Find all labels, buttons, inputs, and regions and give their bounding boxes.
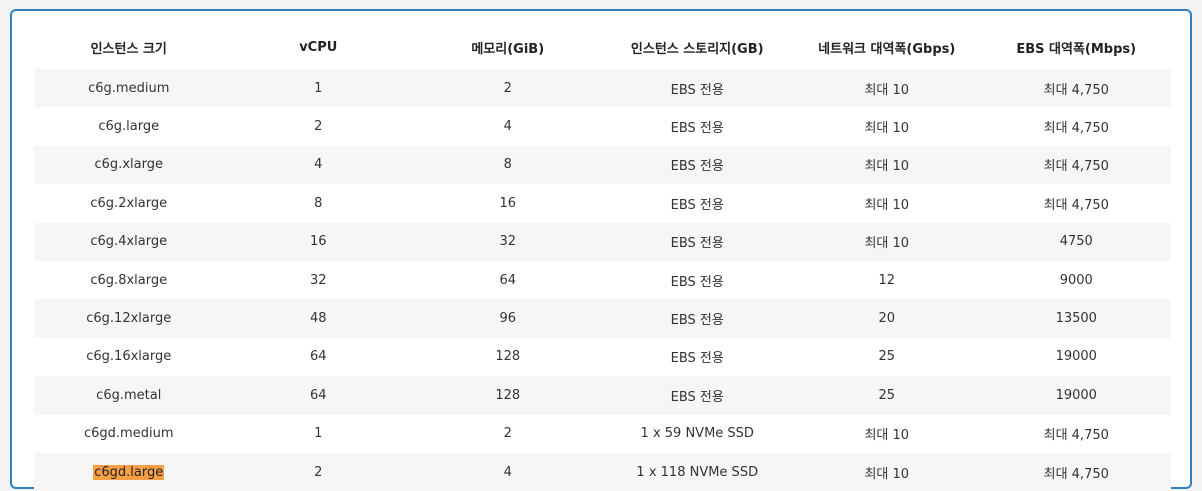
table-row: c6g.metal 64 128 EBS 전용 25 19000 — [34, 376, 1171, 415]
cell-ebs-bandwidth: 최대 4,750 — [981, 69, 1171, 108]
table-row: c6g.8xlarge 32 64 EBS 전용 12 9000 — [34, 260, 1171, 300]
table-header-row: 인스턴스 크기 vCPU 메모리(GiB) 인스턴스 스토리지(GB) 네트워크… — [34, 25, 1171, 69]
cell-memory: 32 — [413, 222, 603, 261]
table-container: 인스턴스 크기 vCPU 메모리(GiB) 인스턴스 스토리지(GB) 네트워크… — [10, 9, 1192, 491]
header-ebs-bandwidth: EBS 대역폭(Mbps) — [1016, 41, 1137, 57]
cell-memory: 16 — [413, 184, 603, 223]
cell-vcpu: 2 — [223, 452, 413, 491]
cell-ebs-bandwidth: 4750 — [981, 222, 1171, 261]
cell-memory: 96 — [413, 299, 603, 338]
cell-ebs-bandwidth: 13500 — [981, 299, 1171, 338]
cell-vcpu: 2 — [223, 107, 413, 146]
cell-instance-size: c6g.xlarge — [34, 145, 224, 185]
cell-instance-storage: EBS 전용 — [602, 145, 792, 185]
cell-network-bandwidth: 25 — [792, 376, 982, 415]
table-body: c6g.medium 1 2 EBS 전용 최대 10 최대 4,750 c6g.large… — [34, 69, 1171, 491]
table-row: c6g.medium 1 2 EBS 전용 최대 10 최대 4,750 — [34, 69, 1171, 108]
cell-instance-size: c6g.12xlarge — [34, 299, 224, 338]
cell-instance-storage: EBS 전용 — [602, 337, 792, 377]
table-row: c6g.16xlarge 64 128 EBS 전용 25 19000 — [34, 337, 1171, 377]
cell-instance-size: c6gd.large — [34, 452, 224, 491]
cell-vcpu: 1 — [223, 414, 413, 453]
table-row: c6g.large 2 4 EBS 전용 최대 10 최대 4,750 — [34, 107, 1171, 146]
table-row: c6g.2xlarge 8 16 EBS 전용 최대 10 최대 4,750 — [34, 184, 1171, 223]
cell-instance-size: c6g.16xlarge — [34, 337, 224, 377]
cell-instance-size: c6g.large — [34, 107, 224, 146]
cell-instance-storage: EBS 전용 — [602, 299, 792, 338]
cell-instance-size: c6g.8xlarge — [34, 260, 224, 300]
cell-instance-size: c6g.metal — [34, 376, 224, 415]
cell-vcpu: 16 — [223, 222, 413, 261]
cell-memory: 64 — [413, 260, 603, 300]
header-instance-storage: 인스턴스 스토리지(GB) — [630, 41, 764, 57]
cell-memory: 128 — [413, 376, 603, 415]
table-row: c6g.xlarge 4 8 EBS 전용 최대 10 최대 4,750 — [34, 145, 1171, 185]
cell-instance-storage: EBS 전용 — [602, 184, 792, 223]
cell-network-bandwidth: 25 — [792, 337, 982, 377]
header-vcpu: vCPU — [299, 39, 338, 55]
table-row: c6gd.large 2 4 1 x 118 NVMe SSD 최대 10 최대 4,75… — [34, 452, 1171, 491]
table-row: c6gd.medium 1 2 1 x 59 NVMe SSD 최대 10 최대 4,75… — [34, 414, 1171, 453]
cell-vcpu: 32 — [223, 260, 413, 300]
cell-network-bandwidth: 최대 10 — [792, 222, 982, 261]
cell-instance-size: c6gd.medium — [34, 414, 224, 453]
cell-ebs-bandwidth: 최대 4,750 — [981, 107, 1171, 146]
cell-memory: 4 — [413, 452, 603, 491]
cell-instance-storage: EBS 전용 — [602, 376, 792, 415]
cell-vcpu: 4 — [223, 145, 413, 185]
cell-instance-storage: EBS 전용 — [602, 260, 792, 300]
cell-ebs-bandwidth: 최대 4,750 — [981, 184, 1171, 223]
cell-vcpu: 64 — [223, 376, 413, 415]
cell-vcpu: 48 — [223, 299, 413, 338]
cell-memory: 8 — [413, 145, 603, 185]
cell-instance-storage: 1 x 118 NVMe SSD — [602, 452, 792, 491]
cell-network-bandwidth: 20 — [792, 299, 982, 338]
cell-instance-size: c6g.medium — [34, 69, 224, 108]
cell-ebs-bandwidth: 최대 4,750 — [981, 414, 1171, 453]
cell-network-bandwidth: 최대 10 — [792, 414, 982, 453]
cell-instance-storage: 1 x 59 NVMe SSD — [602, 414, 792, 453]
cell-memory: 2 — [413, 69, 603, 108]
cell-instance-size: c6g.4xlarge — [34, 222, 224, 261]
cell-ebs-bandwidth: 19000 — [981, 376, 1171, 415]
cell-ebs-bandwidth: 최대 4,750 — [981, 452, 1171, 491]
cell-network-bandwidth: 최대 10 — [792, 69, 982, 108]
highlighted-instance-name: c6gd.large — [93, 464, 165, 480]
cell-memory: 4 — [413, 107, 603, 146]
cell-vcpu: 1 — [223, 69, 413, 108]
cell-instance-storage: EBS 전용 — [602, 222, 792, 261]
cell-vcpu: 8 — [223, 184, 413, 223]
instance-size-table: 인스턴스 크기 vCPU 메모리(GiB) 인스턴스 스토리지(GB) 네트워크… — [34, 25, 1171, 491]
cell-network-bandwidth: 최대 10 — [792, 145, 982, 185]
cell-instance-storage: EBS 전용 — [602, 107, 792, 146]
table-row: c6g.4xlarge 16 32 EBS 전용 최대 10 4750 — [34, 222, 1171, 261]
cell-network-bandwidth: 최대 10 — [792, 184, 982, 223]
cell-network-bandwidth: 12 — [792, 260, 982, 300]
cell-ebs-bandwidth: 19000 — [981, 337, 1171, 377]
header-memory: 메모리(GiB) — [471, 41, 545, 57]
header-instance-size: 인스턴스 크기 — [90, 41, 167, 57]
cell-network-bandwidth: 최대 10 — [792, 452, 982, 491]
cell-memory: 128 — [413, 337, 603, 377]
header-network-bandwidth: 네트워크 대역폭(Gbps) — [818, 41, 956, 57]
cell-ebs-bandwidth: 최대 4,750 — [981, 145, 1171, 185]
cell-memory: 2 — [413, 414, 603, 453]
cell-ebs-bandwidth: 9000 — [981, 260, 1171, 300]
cell-network-bandwidth: 최대 10 — [792, 107, 982, 146]
cell-instance-storage: EBS 전용 — [602, 69, 792, 108]
table-row: c6g.12xlarge 48 96 EBS 전용 20 13500 — [34, 299, 1171, 338]
cell-instance-size: c6g.2xlarge — [34, 184, 224, 223]
cell-vcpu: 64 — [223, 337, 413, 377]
